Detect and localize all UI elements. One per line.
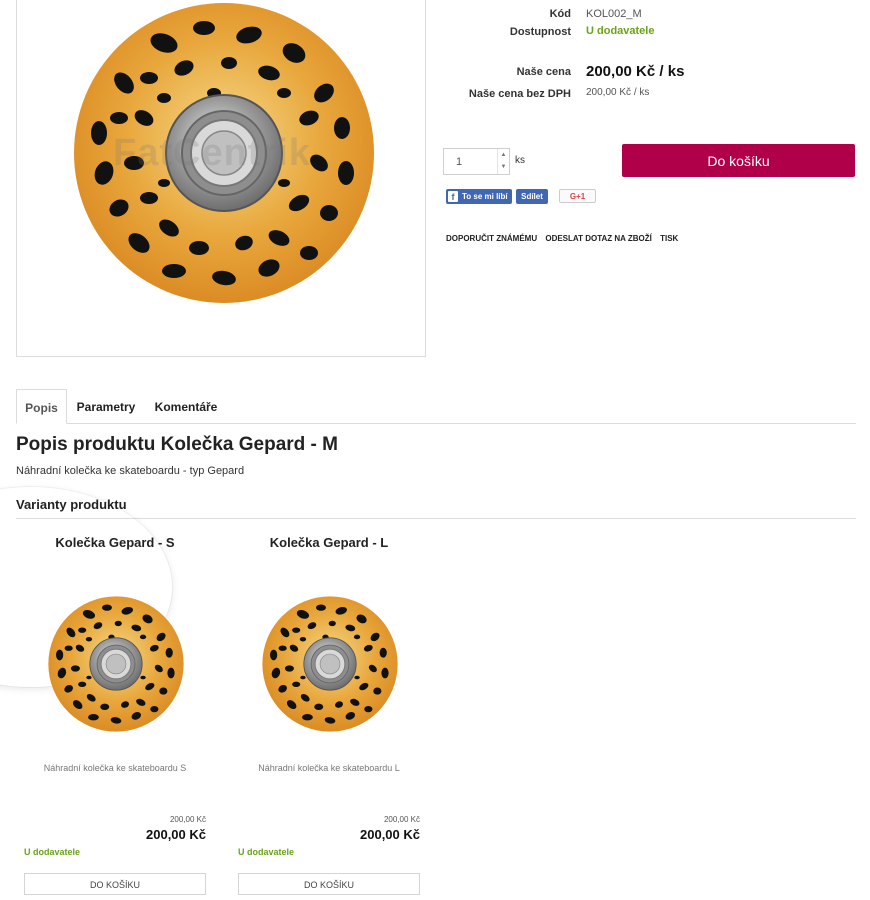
product-actions: DOPORUČIT ZNÁMÉMU ODESLAT DOTAZ NA ZBOŽÍ… xyxy=(446,234,684,243)
variant-description: Náhradní kolečka ke skateboardu S xyxy=(43,763,187,773)
variant-add-to-cart-button[interactable]: DO KOŠÍKU xyxy=(238,873,420,895)
recommend-link[interactable]: DOPORUČIT ZNÁMÉMU xyxy=(446,234,537,243)
price-value: 200,00 Kč / ks xyxy=(586,63,685,80)
facebook-icon: f xyxy=(448,191,458,202)
quantity-input[interactable] xyxy=(444,149,494,174)
variant-price: 200,00 Kč xyxy=(146,827,206,842)
code-label: Kód xyxy=(549,8,571,20)
variants-divider xyxy=(16,518,856,519)
spin-down-icon[interactable]: ▼ xyxy=(498,161,509,173)
price-novat-value: 200,00 Kč / ks xyxy=(586,87,650,98)
google-plus-button[interactable]: G+1 xyxy=(559,189,596,203)
quantity-stepper[interactable]: ▲ ▼ xyxy=(443,148,510,175)
main-product-image[interactable]: FatCentrik xyxy=(16,0,426,357)
tab-popis[interactable]: Popis xyxy=(16,389,67,424)
variant-description: Náhradní kolečka ke skateboardu L xyxy=(258,763,400,773)
variant-price-small: 200,00 Kč xyxy=(383,815,420,824)
variant-title[interactable]: Kolečka Gepard - L xyxy=(238,535,420,550)
variant-image[interactable] xyxy=(261,595,399,733)
availability-label: Dostupnost xyxy=(509,26,571,38)
availability-value: U dodavatele xyxy=(586,25,655,37)
variant-add-to-cart-button[interactable]: DO KOŠÍKU xyxy=(24,873,206,895)
spin-up-icon[interactable]: ▲ xyxy=(498,149,509,161)
variant-title[interactable]: Kolečka Gepard - S xyxy=(24,535,206,550)
price-novat-label: Naše cena bez DPH xyxy=(468,88,571,100)
description-text: Náhradní kolečka ke skateboardu - typ Ge… xyxy=(16,465,245,477)
facebook-like-button[interactable]: f To se mi líbí xyxy=(446,189,512,204)
description-title: Popis produktu Kolečka Gepard - M xyxy=(16,434,338,455)
facebook-share-button[interactable]: Sdílet xyxy=(516,189,548,204)
quantity-spin[interactable]: ▲ ▼ xyxy=(497,149,509,174)
variant-price-small: 200,00 Kč xyxy=(169,815,206,824)
facebook-like-label: To se mi líbí xyxy=(462,192,508,201)
tab-komentare[interactable]: Komentáře xyxy=(150,389,222,424)
code-value: KOL002_M xyxy=(586,8,642,20)
print-link[interactable]: TISK xyxy=(660,234,678,243)
image-watermark: FatCentrik xyxy=(113,132,311,174)
price-label: Naše cena xyxy=(516,66,571,78)
variant-price: 200,00 Kč xyxy=(360,827,420,842)
variant-stock: U dodavatele xyxy=(24,847,81,857)
variant-stock: U dodavatele xyxy=(238,847,295,857)
quantity-unit: ks xyxy=(515,155,525,166)
add-to-cart-button[interactable]: Do košíku xyxy=(622,144,855,177)
variant-image[interactable] xyxy=(47,595,185,733)
tab-parametry[interactable]: Parametry xyxy=(72,389,140,424)
ask-question-link[interactable]: ODESLAT DOTAZ NA ZBOŽÍ xyxy=(545,234,652,243)
variants-heading: Varianty produktu xyxy=(16,497,127,512)
tab-bar-line xyxy=(16,423,856,424)
